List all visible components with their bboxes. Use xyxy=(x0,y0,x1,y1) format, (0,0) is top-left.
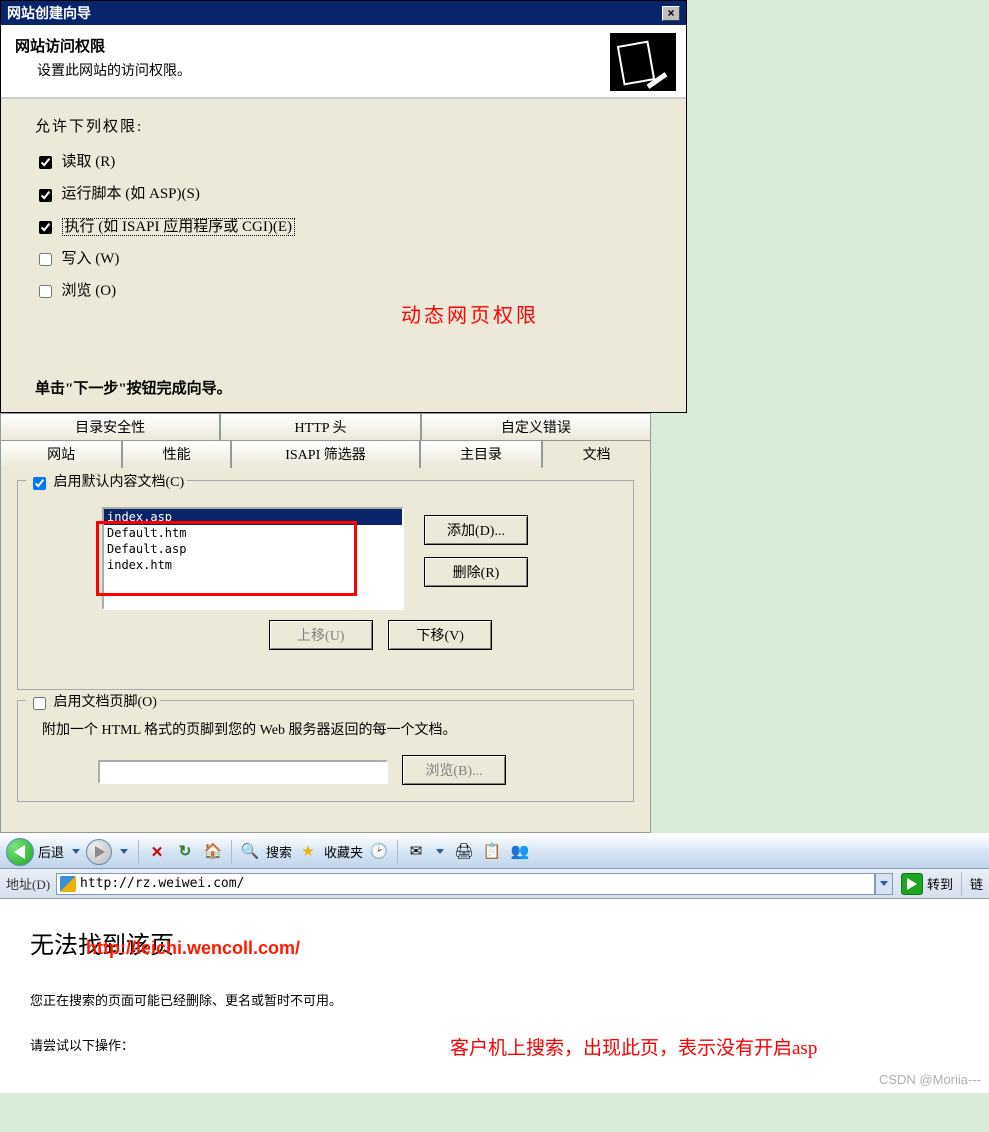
history-icon[interactable]: 🕑 xyxy=(368,841,390,863)
tab-row-1: 目录安全性 HTTP 头 自定义错误 xyxy=(0,413,651,440)
perm-read-checkbox[interactable] xyxy=(39,156,52,169)
list-item[interactable]: index.asp xyxy=(104,509,402,525)
mail-icon[interactable]: ✉ xyxy=(405,841,427,863)
perm-write-checkbox[interactable] xyxy=(39,253,52,266)
search-label[interactable]: 搜索 xyxy=(266,842,292,861)
search-icon[interactable]: 🔍 xyxy=(239,841,261,863)
forward-dropdown-icon[interactable] xyxy=(120,849,128,854)
overlay-url-text: http://leichi.wencoll.com/ xyxy=(86,938,300,959)
go-button[interactable] xyxy=(901,873,923,895)
enable-footer-label: 启用文档页脚(O) xyxy=(54,695,157,710)
wizard-title: 网站创建向导 xyxy=(7,3,91,23)
tab-dir-security[interactable]: 目录安全性 xyxy=(0,413,220,440)
perm-write-row: 写入 (W) xyxy=(35,247,670,269)
address-input[interactable]: http://rz.weiwei.com/ xyxy=(56,873,875,895)
tab-page-documents: 启用默认内容文档(C) index.asp Default.htm Defaul… xyxy=(0,468,651,833)
wizard-header: 网站访问权限 设置此网站的访问权限。 xyxy=(1,25,686,99)
site-properties-dialog: 目录安全性 HTTP 头 自定义错误 网站 性能 ISAPI 筛选器 主目录 文… xyxy=(0,413,651,833)
ie-toolbar: 后退 ✕ ↻ 🏠 🔍 搜索 ★ 收藏夹 🕑 ✉ 🖨 📋 👥 xyxy=(0,833,989,869)
default-doc-group: 启用默认内容文档(C) index.asp Default.htm Defaul… xyxy=(17,480,634,690)
toolbar-separator xyxy=(397,840,398,864)
print-icon[interactable]: 🖨 xyxy=(453,841,475,863)
footer-help-text: 附加一个 HTML 格式的页脚到您的 Web 服务器返回的每一个文档。 xyxy=(18,715,633,749)
enable-footer-checkbox[interactable] xyxy=(33,697,46,710)
tab-custom-errors[interactable]: 自定义错误 xyxy=(421,413,651,440)
perm-exec-label: 执行 (如 ISAPI 应用程序或 CGI)(E) xyxy=(62,218,295,236)
toolbar-separator xyxy=(138,840,139,864)
ie-address-bar: 地址(D) http://rz.weiwei.com/ 转到 链 xyxy=(0,869,989,899)
browse-button[interactable]: 浏览(B)... xyxy=(402,755,506,785)
wizard-footer-text: 单击"下一步"按钮完成向导。 xyxy=(1,371,686,412)
ie-browser-window: 后退 ✕ ↻ 🏠 🔍 搜索 ★ 收藏夹 🕑 ✉ 🖨 📋 👥 地址(D) http… xyxy=(0,833,989,1093)
doc-footer-legend: 启用文档页脚(O) xyxy=(26,691,160,712)
wizard-icon xyxy=(610,33,676,91)
wizard-title-bar: 网站创建向导 × xyxy=(1,1,686,25)
default-doc-legend: 启用默认内容文档(C) xyxy=(26,471,187,492)
tab-row-2: 网站 性能 ISAPI 筛选器 主目录 文档 xyxy=(0,440,651,468)
list-item[interactable]: index.htm xyxy=(104,557,402,573)
tab-isapi[interactable]: ISAPI 筛选器 xyxy=(231,440,420,468)
go-label: 转到 xyxy=(927,874,953,893)
tab-website[interactable]: 网站 xyxy=(0,440,122,468)
mail-dropdown-icon[interactable] xyxy=(436,849,444,854)
perm-exec-row: 执行 (如 ISAPI 应用程序或 CGI)(E) xyxy=(35,215,670,237)
ie-page-icon xyxy=(60,876,76,892)
forward-button[interactable] xyxy=(86,839,112,865)
tab-home-dir[interactable]: 主目录 xyxy=(420,440,542,468)
annotation-dynamic-perm: 动态网页权限 xyxy=(401,299,539,328)
move-down-button[interactable]: 下移(V) xyxy=(388,620,492,650)
toolbar-separator xyxy=(231,840,232,864)
wizard-subheading: 设置此网站的访问权限。 xyxy=(15,60,191,80)
iis-wizard-dialog: 网站创建向导 × 网站访问权限 设置此网站的访问权限。 允许下列权限: 读取 (… xyxy=(0,0,687,413)
annotation-asp-disabled: 客户机上搜索，出现此页，表示没有开启asp xyxy=(450,1033,817,1060)
perm-read-label: 读取 (R) xyxy=(62,154,116,170)
perm-read-row: 读取 (R) xyxy=(35,150,670,172)
stop-icon[interactable]: ✕ xyxy=(146,841,168,863)
links-label[interactable]: 链 xyxy=(970,874,983,893)
perm-write-label: 写入 (W) xyxy=(62,251,120,267)
favorites-label[interactable]: 收藏夹 xyxy=(324,842,363,861)
wizard-heading: 网站访问权限 xyxy=(15,35,191,56)
csdn-watermark: CSDN @Moriia--- xyxy=(879,1072,981,1087)
toolbar-separator xyxy=(961,872,962,896)
address-dropdown[interactable] xyxy=(875,873,893,895)
error-desc: 您正在搜索的页面可能已经删除、更名或暂时不可用。 xyxy=(30,990,959,1009)
list-item[interactable]: Default.asp xyxy=(104,541,402,557)
perm-script-row: 运行脚本 (如 ASP)(S) xyxy=(35,182,670,204)
perm-browse-row: 浏览 (O) xyxy=(35,279,670,301)
favorites-icon[interactable]: ★ xyxy=(297,841,319,863)
back-button[interactable] xyxy=(6,838,34,866)
back-label: 后退 xyxy=(38,842,64,861)
move-up-button[interactable]: 上移(U) xyxy=(269,620,373,650)
edit-icon[interactable]: 📋 xyxy=(481,841,503,863)
doc-listbox[interactable]: index.asp Default.htm Default.asp index.… xyxy=(102,507,404,610)
perm-script-checkbox[interactable] xyxy=(39,189,52,202)
back-dropdown-icon[interactable] xyxy=(72,849,80,854)
tab-documents[interactable]: 文档 xyxy=(542,440,651,468)
enable-default-doc-checkbox[interactable] xyxy=(33,477,46,490)
home-icon[interactable]: 🏠 xyxy=(202,841,224,863)
enable-default-doc-label: 启用默认内容文档(C) xyxy=(54,475,185,490)
messenger-icon[interactable]: 👥 xyxy=(509,841,531,863)
add-button[interactable]: 添加(D)... xyxy=(424,515,528,545)
footer-path-input[interactable] xyxy=(98,760,388,784)
error-page: 无法找到该页 您正在搜索的页面可能已经删除、更名或暂时不可用。 请尝试以下操作：… xyxy=(0,899,989,1093)
tab-http-headers[interactable]: HTTP 头 xyxy=(220,413,420,440)
doc-footer-group: 启用文档页脚(O) 附加一个 HTML 格式的页脚到您的 Web 服务器返回的每… xyxy=(17,700,634,802)
perm-browse-checkbox[interactable] xyxy=(39,285,52,298)
perm-browse-label: 浏览 (O) xyxy=(62,283,117,299)
tab-performance[interactable]: 性能 xyxy=(122,440,231,468)
delete-button[interactable]: 删除(R) xyxy=(424,557,528,587)
refresh-icon[interactable]: ↻ xyxy=(174,841,196,863)
list-item[interactable]: Default.htm xyxy=(104,525,402,541)
perm-script-label: 运行脚本 (如 ASP)(S) xyxy=(62,186,200,202)
permissions-title: 允许下列权限: xyxy=(35,115,670,136)
close-button[interactable]: × xyxy=(662,6,680,21)
address-url: http://rz.weiwei.com/ xyxy=(80,876,244,891)
address-label: 地址(D) xyxy=(6,874,50,893)
perm-exec-checkbox[interactable] xyxy=(39,221,52,234)
